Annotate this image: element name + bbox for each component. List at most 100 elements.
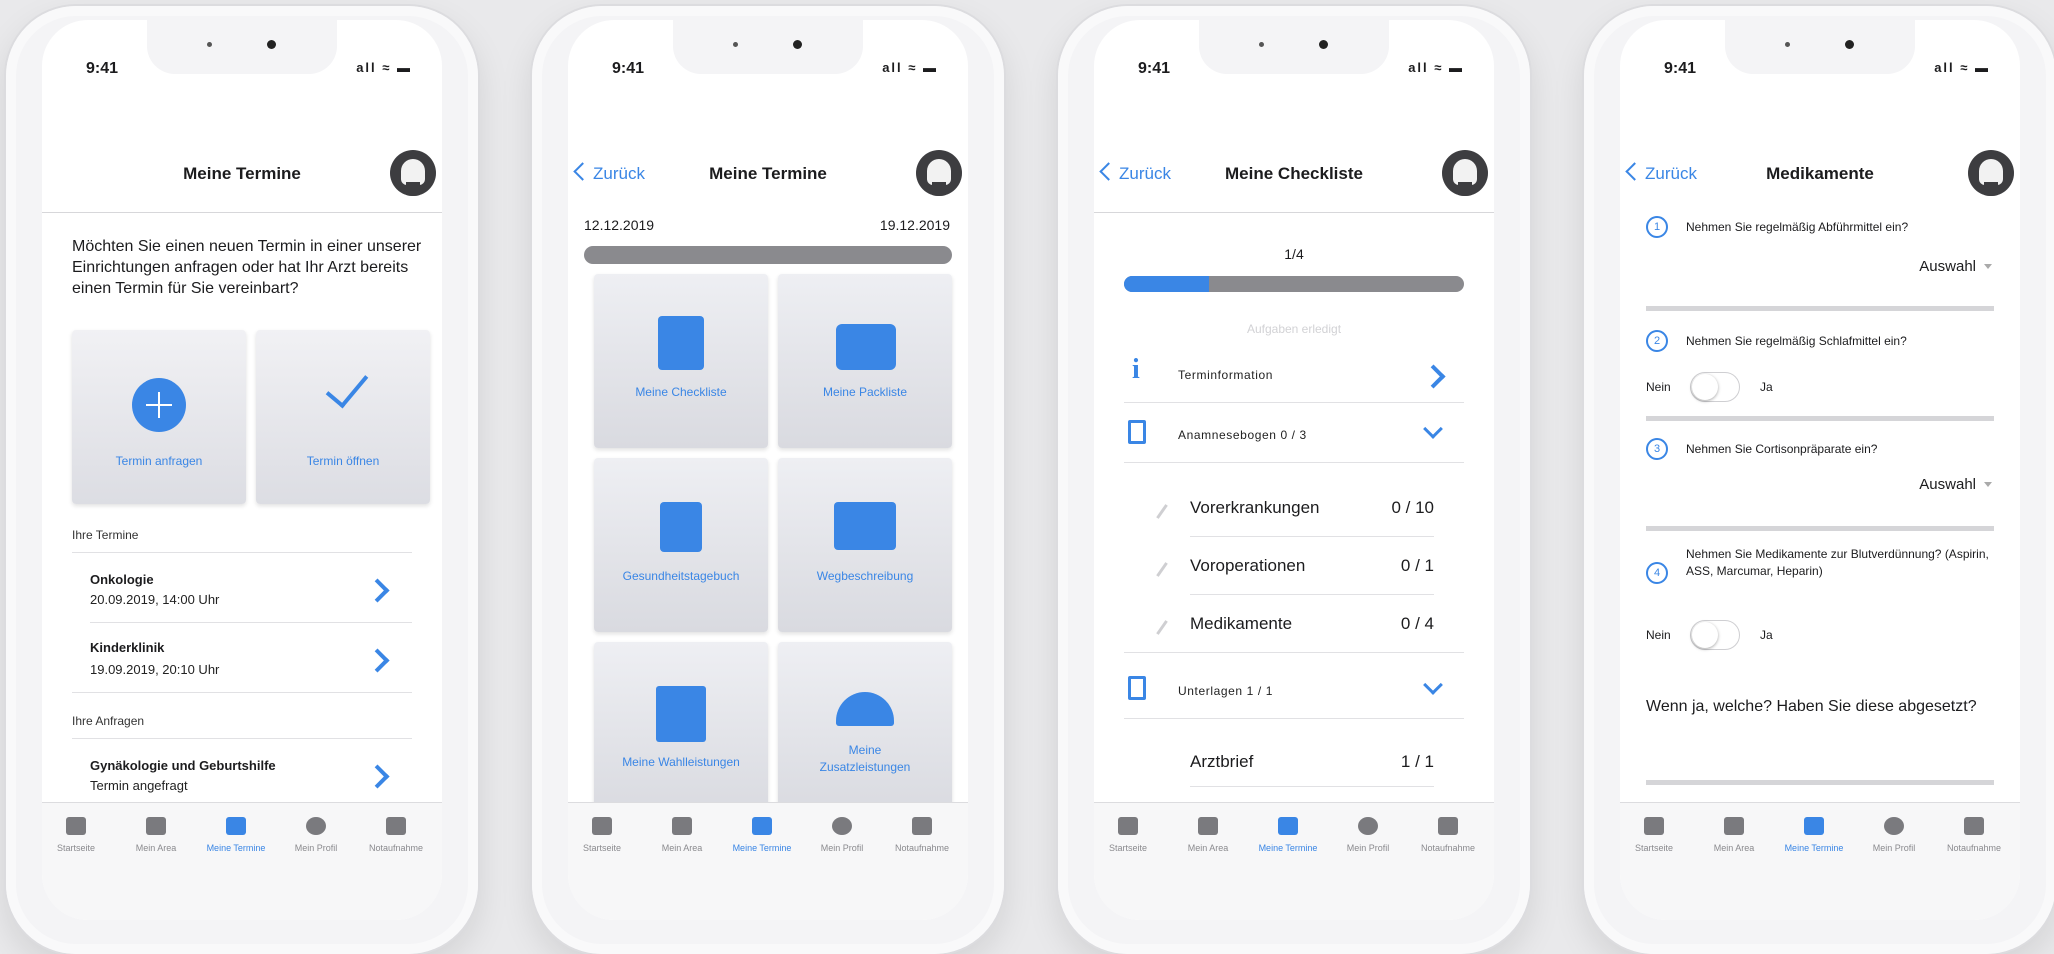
status-time: 9:41 <box>86 60 119 77</box>
tab-emergency[interactable]: Notaufnahme <box>882 817 962 853</box>
chevron-right-icon <box>1421 364 1446 389</box>
tab-profile[interactable]: Mein Profil <box>1854 817 1934 853</box>
tab-home[interactable]: Startseite <box>1620 817 1694 853</box>
tab-appointments[interactable]: Meine Termine <box>1774 817 1854 853</box>
question-4: Nehmen Sie Medikamente zur Blutverdünnun… <box>1686 547 1989 578</box>
request-appointment-label: Termin anfragen <box>115 454 203 468</box>
checkmark-icon <box>325 363 369 409</box>
area-icon <box>1198 817 1218 835</box>
tile-packing-list[interactable]: Meine Packliste <box>778 274 952 448</box>
question-number: 3 <box>1646 438 1668 460</box>
tab-area[interactable]: Mein Area <box>642 817 722 853</box>
date-range-bar <box>584 246 952 264</box>
pencil-icon <box>1156 562 1168 577</box>
bed-icon <box>226 817 246 835</box>
question-4-toggle[interactable] <box>1690 620 1740 650</box>
section-appointments: Ihre Termine <box>72 528 139 542</box>
avatar[interactable] <box>916 150 962 196</box>
tab-emergency[interactable]: Notaufnahme <box>356 817 436 853</box>
checklist-icon <box>658 316 704 370</box>
info-icon: i <box>1132 354 1140 385</box>
profile-icon <box>306 817 326 835</box>
diary-icon <box>660 502 702 552</box>
map-pin-icon <box>834 502 896 550</box>
bed-icon <box>1804 817 1824 835</box>
hospital-icon <box>656 686 706 742</box>
section-requests: Ihre Anfragen <box>72 714 145 728</box>
tile-elective-services[interactable]: Meine Wahlleistungen <box>594 642 768 816</box>
avatar[interactable] <box>1442 150 1488 196</box>
clipboard-icon <box>1128 420 1146 444</box>
yes-label: Ja <box>1760 628 1773 642</box>
request-appointment-button[interactable]: Termin anfragen <box>72 330 246 504</box>
yes-label: Ja <box>1760 380 1773 394</box>
question-2-toggle[interactable] <box>1690 372 1740 402</box>
open-appointment-button[interactable]: Termin öffnen <box>256 330 430 504</box>
no-label: Nein <box>1646 380 1671 394</box>
service-bell-icon <box>836 692 894 726</box>
page-title: Medikamente <box>1766 164 1874 183</box>
request-status: Termin angefragt <box>90 778 188 793</box>
dropdown-arrow-icon <box>1984 264 1992 269</box>
screen-checklist: 9:41 all ≈ ▬ Zurück Meine Checkliste 1/4… <box>1094 20 1494 920</box>
avatar[interactable] <box>1968 150 2014 196</box>
chevron-right-icon <box>365 764 390 789</box>
tile-directions[interactable]: Wegbeschreibung <box>778 458 952 632</box>
tab-emergency[interactable]: Notaufnahme <box>1408 817 1488 853</box>
tab-profile[interactable]: Mein Profil <box>276 817 356 853</box>
ambulance-icon <box>386 817 406 835</box>
tab-appointments[interactable]: Meine Termine <box>1248 817 1328 853</box>
tab-home[interactable]: Startseite <box>568 817 642 853</box>
question-number: 1 <box>1646 216 1668 238</box>
ambulance-icon <box>1964 817 1984 835</box>
tab-appointments[interactable]: Meine Termine <box>196 817 276 853</box>
screen-appointments: 9:41 all ≈ ▬ Meine Termine Möchten Sie e… <box>42 20 442 920</box>
tasks-done-text: Aufgaben erledigt <box>1246 322 1342 336</box>
tab-profile[interactable]: Mein Profil <box>802 817 882 853</box>
pencil-icon <box>1156 620 1168 635</box>
intro-text: Möchten Sie einen neuen Termin in einer … <box>72 238 422 297</box>
area-icon <box>146 817 166 835</box>
page-title: Meine Termine <box>709 164 827 183</box>
tile-checklist[interactable]: Meine Checkliste <box>594 274 768 448</box>
tab-bar: Startseite Mein Area Meine Termine Mein … <box>568 802 968 920</box>
tab-profile[interactable]: Mein Profil <box>1328 817 1408 853</box>
phone-frame-3: 9:41 all ≈ ▬ Zurück Meine Checkliste 1/4… <box>1058 6 1530 954</box>
question-number: 4 <box>1646 562 1668 584</box>
open-appointment-label: Termin öffnen <box>306 454 380 468</box>
home-icon <box>592 817 612 835</box>
chevron-right-icon <box>365 578 390 603</box>
plus-circle-icon <box>132 378 186 432</box>
pencil-icon <box>1156 504 1168 519</box>
avatar[interactable] <box>390 150 436 196</box>
tab-area[interactable]: Mein Area <box>1168 817 1248 853</box>
chevron-right-icon <box>365 648 390 673</box>
tile-additional-services[interactable]: Meine Zusatzleistungen <box>778 642 952 816</box>
tab-bar: Startseite Mein Area Meine Termine Mein … <box>1094 802 1494 920</box>
notch <box>1725 20 1915 74</box>
bed-icon <box>1278 817 1298 835</box>
status-time: 9:41 <box>612 60 645 77</box>
area-icon <box>1724 817 1744 835</box>
tab-area[interactable]: Mein Area <box>116 817 196 853</box>
question-1-select[interactable]: Auswahl <box>1919 258 1992 275</box>
no-label: Nein <box>1646 628 1671 642</box>
tile-health-diary[interactable]: Gesundheitstagebuch <box>594 458 768 632</box>
home-icon <box>1644 817 1664 835</box>
progress-bar <box>1124 276 1464 292</box>
chevron-down-icon <box>1423 675 1443 695</box>
screen-appointment-detail: 9:41 all ≈ ▬ Zurück Meine Termine 12.12.… <box>568 20 968 920</box>
notch <box>1199 20 1389 74</box>
tab-emergency[interactable]: Notaufnahme <box>1934 817 2014 853</box>
profile-icon <box>1884 817 1904 835</box>
notch <box>147 20 337 74</box>
tab-appointments[interactable]: Meine Termine <box>722 817 802 853</box>
tab-home[interactable]: Startseite <box>42 817 116 853</box>
followup-question: Wenn ja, welche? Haben Sie diese abgeset… <box>1646 698 1977 715</box>
question-3-select[interactable]: Auswahl <box>1919 476 1992 493</box>
tab-area[interactable]: Mein Area <box>1694 817 1774 853</box>
status-time: 9:41 <box>1664 60 1697 77</box>
home-icon <box>1118 817 1138 835</box>
tab-home[interactable]: Startseite <box>1094 817 1168 853</box>
question-3: Nehmen Sie Cortisonpräparate ein? <box>1686 442 1878 456</box>
